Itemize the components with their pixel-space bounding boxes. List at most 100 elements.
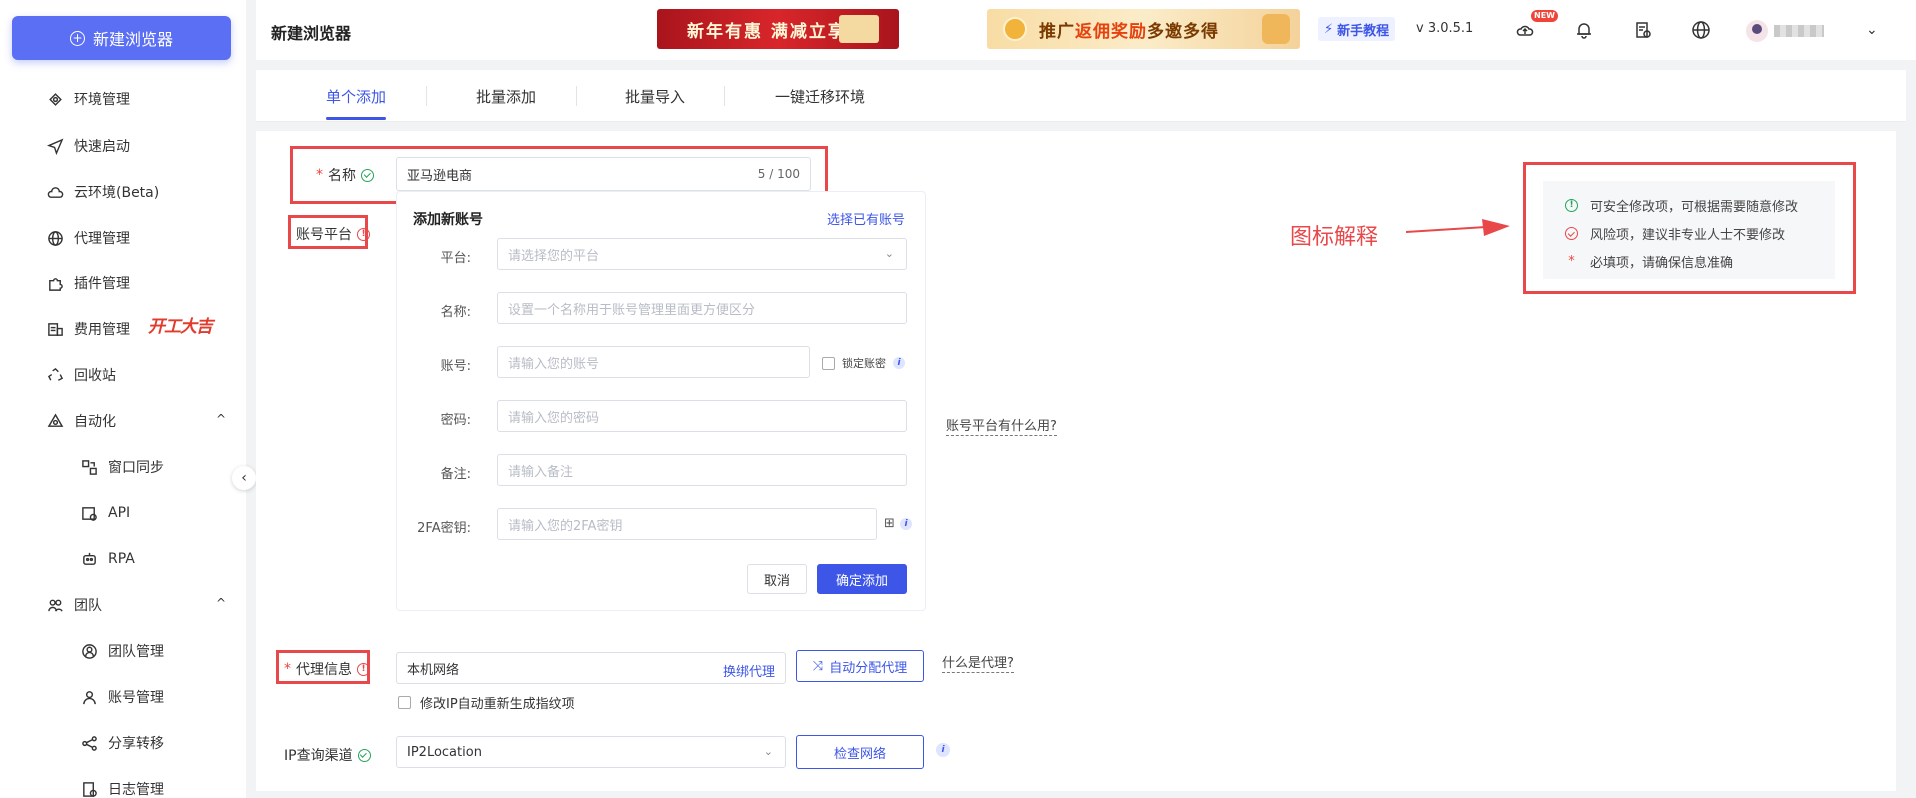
chevron-up-icon[interactable]: ^ [216, 596, 226, 610]
sidebar-item-plugin[interactable]: 插件管理 [46, 268, 130, 298]
language-globe-icon[interactable] [1689, 18, 1713, 42]
chevron-up-icon[interactable]: ^ [216, 412, 226, 426]
ip-channel-select[interactable]: IP2Location ⌄ [396, 736, 786, 768]
confirm-add-button[interactable]: 确定添加 [817, 564, 907, 594]
info-icon[interactable]: i [936, 743, 950, 757]
plus-circle-icon: + [69, 30, 85, 46]
promo-tag: 开工大吉 [148, 317, 213, 337]
legend-risk: 风险项，建议非专业人士不要修改 [1565, 224, 1785, 243]
platform-placeholder: 请选择您的平台 [508, 248, 600, 264]
account-name-label: 名称: [440, 305, 471, 320]
document-clock-icon[interactable] [1631, 18, 1655, 42]
name-label: * 名称 [316, 165, 374, 185]
sidebar-item-label: 回收站 [74, 368, 116, 384]
asterisk-icon: * [1568, 254, 1575, 269]
proxy-help-link[interactable]: 什么是代理? [942, 652, 1014, 673]
tab-single-add[interactable]: 单个添加 [326, 86, 386, 107]
account-placeholder: 请输入您的账号 [508, 356, 600, 372]
sidebar-item-billing[interactable]: 费用管理 [46, 314, 130, 344]
lock-password-checkbox[interactable] [822, 356, 835, 370]
lock-password-option[interactable]: 锁定账密 i [822, 355, 905, 371]
info-icon[interactable]: i [900, 518, 912, 530]
platform-label-text: 账号平台 [296, 227, 352, 243]
tab-migrate-env[interactable]: 一键迁移环境 [775, 86, 865, 107]
password-input[interactable]: 请输入您的密码 [497, 400, 907, 432]
password-placeholder: 请输入您的密码 [508, 410, 600, 426]
ip-channel-value: IP2Location [407, 744, 482, 760]
ip-regen-checkbox[interactable] [398, 696, 411, 709]
avatar[interactable] [1746, 20, 1768, 42]
account-input[interactable]: 请输入您的账号 [497, 346, 810, 378]
legend-required-text: 必填项，请确保信息准确 [1590, 256, 1734, 271]
team-manage-icon [80, 642, 98, 660]
platform-help-link[interactable]: 账号平台有什么用? [946, 415, 1057, 436]
proxy-input[interactable]: 本机网络 换绑代理 [396, 652, 786, 684]
tutorial-button[interactable]: ⚡ 新手教程 [1318, 17, 1396, 41]
cloud-upload-icon[interactable] [1513, 18, 1537, 42]
sidebar-item-rpa[interactable]: RPA [80, 544, 135, 574]
tutorial-label: 新手教程 [1337, 23, 1390, 39]
check-circle-icon [1565, 227, 1578, 240]
twofa-input[interactable]: 请输入您的2FA密钥 [497, 508, 877, 540]
send-icon [46, 137, 64, 155]
sidebar-item-label: 费用管理 [74, 322, 130, 338]
sidebar-item-label: 快速启动 [74, 139, 130, 155]
tab-batch-add[interactable]: 批量添加 [476, 86, 536, 107]
sidebar-item-team-manage[interactable]: 团队管理 [80, 636, 164, 666]
name-label-text: 名称 [328, 168, 356, 184]
tab-batch-import[interactable]: 批量导入 [625, 86, 685, 107]
scrollbar[interactable] [1896, 131, 1906, 791]
sidebar-item-env[interactable]: 环境管理 [46, 84, 130, 114]
banner-text: 新年有惠 满减立享 [687, 21, 847, 42]
billing-icon [46, 320, 64, 338]
auto-assign-proxy-button[interactable]: ⤨ 自动分配代理 [796, 650, 924, 682]
env-icon [46, 90, 64, 108]
ip-regen-label: 修改IP自动重新生成指纹项 [420, 697, 575, 712]
sidebar-item-automation[interactable]: 自动化 [46, 406, 116, 436]
username-blurred [1774, 25, 1824, 37]
sidebar-item-quick-start[interactable]: 快速启动 [46, 131, 130, 161]
sidebar-item-account-manage[interactable]: 账号管理 [80, 682, 164, 712]
legend-risk-text: 风险项，建议非专业人士不要修改 [1590, 228, 1786, 243]
lock-password-label: 锁定账密 [842, 357, 886, 370]
proxy-label-text: 代理信息 [296, 662, 352, 678]
promo-banner-referral[interactable]: 推广 返佣奖励 多邀多得 [987, 9, 1300, 49]
collapse-sidebar-button[interactable]: ‹ [232, 466, 256, 490]
note-input[interactable]: 请输入备注 [497, 454, 907, 486]
select-existing-account-link[interactable]: 选择已有账号 [827, 209, 905, 228]
account-name-input[interactable]: 设置一个名称用于账号管理里面更方便区分 [497, 292, 907, 324]
banner-text-c: 多邀多得 [1147, 21, 1219, 42]
info-icon[interactable]: i [893, 357, 905, 369]
check-network-button[interactable]: 检查网络 [796, 735, 924, 769]
cancel-button[interactable]: 取消 [747, 564, 807, 594]
sidebar-item-label: 环境管理 [74, 92, 130, 108]
version-label: v 3.0.5.1 [1416, 21, 1474, 36]
coin-icon [1003, 17, 1027, 41]
sidebar-item-proxy[interactable]: 代理管理 [46, 223, 130, 253]
shuffle-icon: ⤨ [812, 658, 824, 674]
name-input[interactable]: 亚马逊电商 5 / 100 [396, 157, 811, 191]
icon-legend: ! 可安全修改项，可根据需要随意修改 风险项，建议非专业人士不要修改 * 必填项… [1543, 181, 1835, 279]
lightning-icon: ⚡ [1324, 21, 1334, 37]
annotation-text: 图标解释 [1290, 225, 1379, 250]
sidebar-item-team[interactable]: 团队 [46, 590, 102, 620]
sidebar-item-label: 团队 [74, 598, 102, 614]
sidebar-item-cloud[interactable]: 云环境(Beta) [46, 177, 159, 207]
sidebar-item-log[interactable]: 日志管理 [80, 774, 164, 798]
platform-select[interactable]: 请选择您的平台 ⌄ [497, 238, 907, 270]
new-badge: NEW [1531, 10, 1558, 22]
sidebar-item-api[interactable]: API [80, 498, 130, 528]
legend-safe-text: 可安全修改项，可根据需要随意修改 [1590, 200, 1799, 215]
new-browser-button[interactable]: + 新建浏览器 [12, 16, 231, 60]
sidebar-item-label: RPA [108, 551, 135, 567]
promo-banner-new-year[interactable]: 新年有惠 满减立享 [657, 9, 899, 49]
sidebar-item-window-sync[interactable]: 窗口同步 [80, 452, 164, 482]
rebind-proxy-link[interactable]: 换绑代理 [723, 661, 775, 680]
qr-grid-icon[interactable]: ⊞ [884, 516, 895, 531]
bell-icon[interactable] [1572, 18, 1596, 42]
sidebar-item-recycle[interactable]: 回收站 [46, 360, 116, 390]
sidebar-item-share[interactable]: 分享转移 [80, 728, 164, 758]
chevron-down-icon[interactable]: ⌄ [1866, 22, 1878, 38]
active-tab-indicator [326, 117, 386, 120]
ip-regen-option[interactable]: 修改IP自动重新生成指纹项 [398, 693, 575, 712]
